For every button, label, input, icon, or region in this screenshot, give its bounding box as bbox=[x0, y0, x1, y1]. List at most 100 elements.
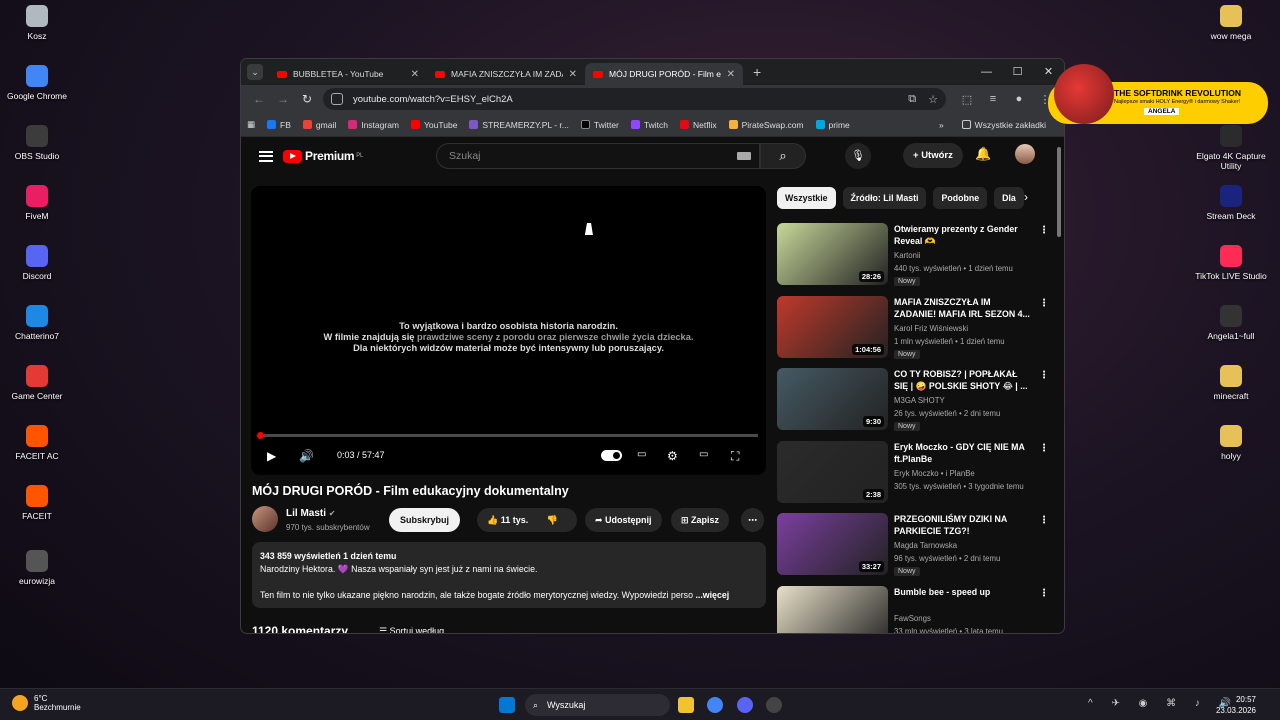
site-info-icon[interactable] bbox=[331, 93, 343, 105]
bookmark-fb[interactable]: FB bbox=[267, 120, 291, 130]
recommendation-title[interactable]: CO TY ROBISZ? | POPŁAKAŁ SIĘ | 🤪 POLSKIE… bbox=[894, 368, 1032, 392]
sort-comments-button[interactable]: ☰ Sortuj według bbox=[379, 626, 444, 633]
bookmark-gmail[interactable]: gmail bbox=[302, 120, 336, 130]
more-options-icon[interactable]: ⋮ bbox=[1039, 370, 1049, 381]
chevron-right-icon[interactable]: › bbox=[1024, 190, 1028, 204]
desktop-icon-google-chrome[interactable]: Google Chrome bbox=[0, 65, 74, 101]
video-player[interactable]: To wyjątkowa i bardzo osobista historia … bbox=[251, 186, 766, 475]
tab-mafia[interactable]: MAFIA ZNISZCZYŁA IM ZADANIE ✕ bbox=[427, 63, 585, 85]
desktop-icon-kosz[interactable]: Kosz bbox=[0, 5, 74, 41]
chrome-icon[interactable] bbox=[707, 697, 723, 713]
taskbar-search[interactable]: ⌕ Wyszukaj bbox=[525, 694, 670, 716]
video-thumbnail[interactable]: 33:27 bbox=[777, 513, 888, 575]
dislike-icon[interactable]: 👎 bbox=[547, 515, 558, 525]
tab-bubbletea[interactable]: BUBBLETEA - YouTube ✕ bbox=[269, 63, 427, 85]
settings-gear-icon[interactable]: ⚙ bbox=[667, 449, 678, 463]
tab-search-button[interactable]: ⌄ bbox=[247, 64, 263, 80]
guide-menu-icon[interactable] bbox=[259, 148, 273, 164]
more-bookmarks-icon[interactable]: » bbox=[939, 120, 944, 130]
bookmark-twitter[interactable]: Twitter bbox=[580, 120, 619, 130]
more-actions-icon[interactable]: ⋯ bbox=[741, 508, 764, 532]
weather-widget[interactable]: 6°C Bezchmurnie bbox=[12, 693, 81, 712]
notifications-bell-icon[interactable]: 🔔 bbox=[975, 146, 991, 162]
maximize-icon[interactable]: ☐ bbox=[1002, 59, 1033, 85]
desktop-icon-faceit[interactable]: FACEIT bbox=[0, 485, 74, 521]
desktop-icon-angela1-full[interactable]: Angela1~full bbox=[1194, 305, 1268, 341]
desktop-icon-minecraft[interactable]: minecraft bbox=[1194, 365, 1268, 401]
bookmark-twitch[interactable]: Twitch bbox=[630, 120, 668, 130]
more-options-icon[interactable]: ⋮ bbox=[1039, 298, 1049, 309]
more-options-icon[interactable]: ⋮ bbox=[1039, 515, 1049, 526]
all-bookmarks-folder[interactable]: Wszystkie zakładki bbox=[961, 120, 1046, 130]
channel-name[interactable]: Lil Masti ✔ bbox=[286, 508, 336, 519]
video-thumbnail[interactable]: 9:30 bbox=[777, 368, 888, 430]
desktop-icon-discord[interactable]: Discord bbox=[0, 245, 74, 281]
close-tab-icon[interactable]: ✕ bbox=[411, 69, 419, 80]
desktop-icon-game-center[interactable]: Game Center bbox=[0, 365, 74, 401]
recommendation-item[interactable]: 9:30 CO TY ROBISZ? | POPŁAKAŁ SIĘ | 🤪 POL… bbox=[777, 368, 1052, 432]
recommendation-item[interactable]: 2:44 Bumble bee - speed up FawSongs 33 mln … bbox=[777, 585, 1052, 633]
volume-icon[interactable]: 🔊 bbox=[299, 449, 314, 463]
like-button[interactable]: 👍 11 tys. bbox=[487, 515, 528, 525]
desktop-icon-faceit-ac[interactable]: FACEIT AC bbox=[0, 425, 74, 461]
reload-icon[interactable]: ↻ bbox=[295, 92, 319, 106]
video-thumbnail[interactable]: 1:04:56 bbox=[777, 295, 888, 358]
chip-3[interactable]: Dla bbox=[994, 187, 1024, 209]
recommendation-title[interactable]: MAFIA ZNISZCZYŁA IM ZADANIE! MAFIA IRL S… bbox=[894, 296, 1032, 320]
recommendation-title[interactable]: Bumble bee - speed up bbox=[894, 586, 1032, 598]
bookmark-instagram[interactable]: Instagram bbox=[348, 120, 399, 130]
chip-0[interactable]: Wszystkie bbox=[777, 187, 836, 209]
close-tab-icon[interactable]: ✕ bbox=[569, 69, 577, 80]
chip-1[interactable]: Źródło: Lil Masti bbox=[842, 187, 927, 209]
app-icon[interactable] bbox=[766, 697, 782, 713]
scrubber-handle[interactable] bbox=[257, 431, 264, 439]
channel-avatar[interactable] bbox=[252, 506, 278, 532]
start-icon[interactable] bbox=[499, 697, 515, 713]
minimize-icon[interactable]: — bbox=[971, 59, 1002, 85]
description-box[interactable]: 343 859 wyświetleń 1 dzień temu Narodzin… bbox=[252, 542, 766, 608]
profile-icon[interactable]: ● bbox=[1006, 93, 1032, 105]
new-tab-icon[interactable]: + bbox=[753, 64, 761, 80]
recommendation-item[interactable]: 2:38 Eryk Moczko - GDY CIĘ NIE MA ft.Plan… bbox=[777, 440, 1052, 505]
file-explorer-icon[interactable] bbox=[678, 697, 694, 713]
forward-icon[interactable]: → bbox=[271, 92, 295, 106]
subtitles-icon[interactable]: ▭ bbox=[637, 449, 646, 460]
bookmark-youtube[interactable]: YouTube bbox=[411, 120, 457, 130]
bookmark-star-icon[interactable]: ☆ bbox=[928, 93, 938, 106]
search-input[interactable]: Szukaj bbox=[436, 143, 760, 169]
bookmark-prime[interactable]: prime bbox=[815, 120, 850, 130]
more-options-icon[interactable]: ⋮ bbox=[1039, 225, 1049, 236]
desktop-icon-fivem[interactable]: FiveM bbox=[0, 185, 74, 221]
video-thumbnail[interactable]: 28:26 bbox=[777, 223, 888, 285]
bookmark-netflix[interactable]: Netflix bbox=[679, 120, 717, 130]
progress-bar[interactable] bbox=[257, 431, 758, 439]
create-button[interactable]: + Utwórz bbox=[903, 143, 963, 168]
desktop-icon-wow-mega[interactable]: wow mega bbox=[1194, 5, 1268, 41]
youtube-premium-logo[interactable]: Premium PL bbox=[283, 149, 363, 163]
scrollbar[interactable] bbox=[1057, 141, 1062, 631]
recommendation-item[interactable]: 1:04:56 MAFIA ZNISZCZYŁA IM ZADANIE! MAFI… bbox=[777, 295, 1052, 360]
desktop-icon-eurowizja[interactable]: eurowizja bbox=[0, 550, 74, 586]
address-bar[interactable]: youtube.com/watch?v=EHSY_elCh2A ⧉ ☆ bbox=[323, 88, 946, 110]
desktop-icon-stream-deck[interactable]: Stream Deck bbox=[1194, 185, 1268, 221]
fullscreen-icon[interactable]: ⛶ bbox=[731, 449, 739, 464]
bookmark-pirateswap[interactable]: PirateSwap.com bbox=[728, 120, 804, 130]
back-icon[interactable]: ← bbox=[247, 92, 271, 106]
clock[interactable]: 20:57 23.03.2026 bbox=[1216, 694, 1256, 716]
chip-2[interactable]: Podobne bbox=[933, 187, 988, 209]
discord-icon[interactable] bbox=[737, 697, 753, 713]
account-avatar[interactable] bbox=[1015, 144, 1035, 164]
search-icon[interactable]: ⌕ bbox=[760, 143, 806, 169]
video-thumbnail[interactable]: 2:44 bbox=[777, 585, 888, 633]
desktop-icon-holyy[interactable]: holyy bbox=[1194, 425, 1268, 461]
recommendation-title[interactable]: PRZEGONILIŚMY DZIKI NA PARKIECIE TZG?! bbox=[894, 513, 1032, 537]
recommendation-item[interactable]: 33:27 PRZEGONILIŚMY DZIKI NA PARKIECIE TZ… bbox=[777, 513, 1052, 577]
close-tab-icon[interactable]: ✕ bbox=[727, 69, 735, 80]
video-thumbnail[interactable]: 2:38 bbox=[777, 440, 888, 503]
theater-mode-icon[interactable]: ▭ bbox=[699, 449, 708, 460]
recommendation-title[interactable]: Eryk Moczko - GDY CIĘ NIE MA ft.PlanBe bbox=[894, 441, 1032, 465]
show-more-link[interactable]: ...więcej bbox=[695, 590, 729, 600]
play-icon[interactable]: ▶ bbox=[267, 449, 276, 463]
desktop-icon-obs-studio[interactable]: OBS Studio bbox=[0, 125, 74, 161]
subscribe-button[interactable]: Subskrybuj bbox=[389, 508, 461, 532]
